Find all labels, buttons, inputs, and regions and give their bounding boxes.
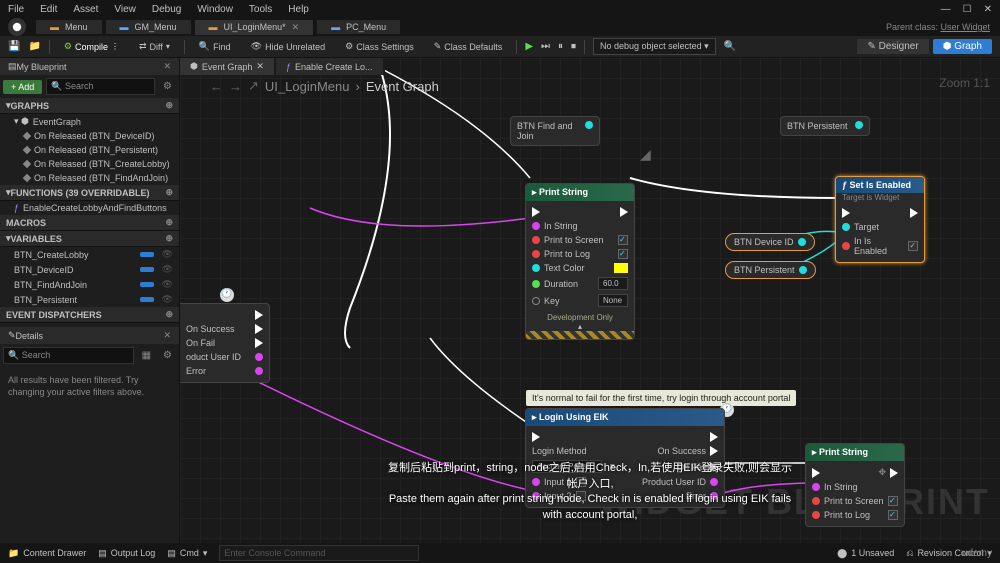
designer-button[interactable]: ✎ Designer [857,39,928,54]
menu-edit[interactable]: Edit [40,4,57,15]
parent-class-label: Parent class: User Widget [886,22,990,32]
tab-gm[interactable]: ▬GM_Menu [106,20,191,34]
functions-section[interactable]: ▾ FUNCTIONS (39 OVERRIDABLE)⊕ [0,185,179,201]
close-icon[interactable]: ✕ [984,4,992,15]
unsaved-status[interactable]: ⬤ 1 Unsaved [837,548,894,559]
add-button[interactable]: + Add [3,80,42,94]
close-icon[interactable]: ✕ [163,61,171,72]
eye-icon[interactable]: 👁 [162,279,173,290]
gear-icon[interactable]: ⚙ [159,350,176,361]
menu-window[interactable]: Window [197,4,233,15]
debug-object-select[interactable]: No debug object selected ▾ [593,38,716,55]
node-btn-persistent-top[interactable]: BTN Persistent [780,116,870,136]
graph-tab-event[interactable]: ⬢ Event Graph✕ [180,58,274,75]
node-print-string-2[interactable]: ▸ Print String ✥ In String Print to Scre… [805,443,905,527]
eye-icon[interactable]: 👁 [162,249,173,260]
graphs-section[interactable]: ▾ GRAPHS⊕ [0,98,179,114]
pause-icon[interactable]: ⏸ [558,41,563,52]
function-item[interactable]: ƒEnableCreateLobbyAndFindButtons [0,201,179,215]
maximize-icon[interactable]: ☐ [963,4,972,15]
search-input[interactable]: 🔍 Search [46,78,155,95]
class-defaults-button[interactable]: ✎Class Defaults [428,39,509,54]
node-print-string-1[interactable]: ▸ Print String In String Print to Screen… [525,183,635,340]
cmd-label[interactable]: ▤ Cmd ▾ [167,548,207,559]
hide-unrelated-button[interactable]: 👁Hide Unrelated [245,39,331,54]
nav-up-icon[interactable]: ↗ [248,78,259,94]
resize-handle-icon[interactable]: ◢ [640,146,651,163]
variables-section[interactable]: ▾ VARIABLES⊕ [0,231,179,247]
node-btn-device[interactable]: BTN Device ID [725,233,815,251]
browse-icon[interactable]: 📁 [28,41,40,52]
event-item[interactable]: On Released (BTN_Persistent) [0,143,179,157]
menu-tools[interactable]: Tools [249,4,272,15]
skip-icon[interactable]: ⏭ [541,41,550,52]
event-item[interactable]: On Released (BTN_CreateLobby) [0,157,179,171]
save-icon[interactable]: 💾 [8,41,20,52]
class-settings-button[interactable]: ⚙Class Settings [339,39,420,54]
content-drawer-button[interactable]: 📁 Content Drawer [8,548,86,559]
graph-canvas[interactable]: ⬢ Event Graph✕ ƒ Enable Create Lo... ← →… [180,58,1000,543]
grid-icon[interactable]: ▦ [138,350,155,361]
macros-section[interactable]: MACROS⊕ [0,215,179,231]
tab-menu[interactable]: ▬Menu [36,20,102,34]
node-btn-find-join[interactable]: BTN Find and Join [510,116,600,146]
event-item[interactable]: On Released (BTN_DeviceID) [0,129,179,143]
event-item[interactable]: On Released (BTN_FindAndJoin) [0,171,179,185]
details-tab[interactable]: ✎ Details✕ [0,327,179,344]
variable-item[interactable]: BTN_FindAndJoin👁 [0,277,179,292]
console-input[interactable]: Enter Console Command [219,545,419,561]
menu-asset[interactable]: Asset [73,4,98,15]
unreal-logo-icon [8,18,26,36]
menu-debug[interactable]: Debug [152,4,181,15]
variable-item[interactable]: BTN_CreateLobby👁 [0,247,179,262]
zoom-label: Zoom 1:1 [939,76,990,90]
subtitle: 复制后粘贴到print，string，node之后,启用Check，In,若使用… [385,461,795,523]
details-search[interactable]: 🔍 Search [3,347,134,364]
compile-button[interactable]: ⚙Compile⋮ [58,39,125,54]
menu-help[interactable]: Help [288,4,309,15]
eye-icon[interactable]: 👁 [162,294,173,305]
dispatchers-section[interactable]: EVENT DISPATCHERS⊕ [0,307,179,323]
menu-view[interactable]: View [114,4,136,15]
variable-item[interactable]: BTN_DeviceID👁 [0,262,179,277]
event-graph-item[interactable]: ▾ ⬢ EventGraph [0,114,179,129]
menu-file[interactable]: File [8,4,24,15]
eye-icon[interactable]: 👁 [162,264,173,275]
find-button[interactable]: 🔍Find [193,39,237,54]
filter-message: All results have been filtered. Try chan… [4,371,175,402]
play-icon[interactable]: ▶ [525,41,533,52]
close-icon[interactable]: ✕ [163,330,171,341]
nav-back-icon[interactable]: ← [210,79,223,94]
node-set-enabled[interactable]: ƒ Set Is Enabled Target is Widget Target… [835,176,925,263]
node-btn-persistent[interactable]: BTN Persistent [725,261,816,279]
stop-icon[interactable]: ⏹ [571,41,576,52]
output-log-button[interactable]: ▤ Output Log [98,548,155,559]
udemy-watermark: udemy [962,548,992,559]
my-blueprint-tab[interactable]: ▤ My Blueprint✕ [0,58,179,75]
graph-button[interactable]: ⬢ Graph [933,39,992,54]
tab-login[interactable]: ▬UI_LoginMenu*✕ [195,20,314,35]
graph-tab-enable[interactable]: ƒ Enable Create Lo... [276,58,383,75]
gear-icon[interactable]: ⚙ [159,81,176,92]
clock-icon: 🕐 [220,288,234,302]
comment-tooltip: It's normal to fail for the first time, … [526,390,796,406]
tab-pc[interactable]: ▬PC_Menu [317,20,400,34]
locate-icon[interactable]: 🔍 [724,41,736,52]
variable-item[interactable]: BTN_Persistent👁 [0,292,179,307]
node-event-partial[interactable]: On Success On Fail oduct User ID Error [180,303,270,383]
minimize-icon[interactable]: — [941,4,951,15]
breadcrumb: ← → ↗ UI_LoginMenu › Event Graph [210,78,439,94]
nav-fwd-icon[interactable]: → [229,79,242,94]
close-icon[interactable]: ✕ [292,22,300,33]
diff-button[interactable]: ⇄Diff▾ [133,39,176,54]
